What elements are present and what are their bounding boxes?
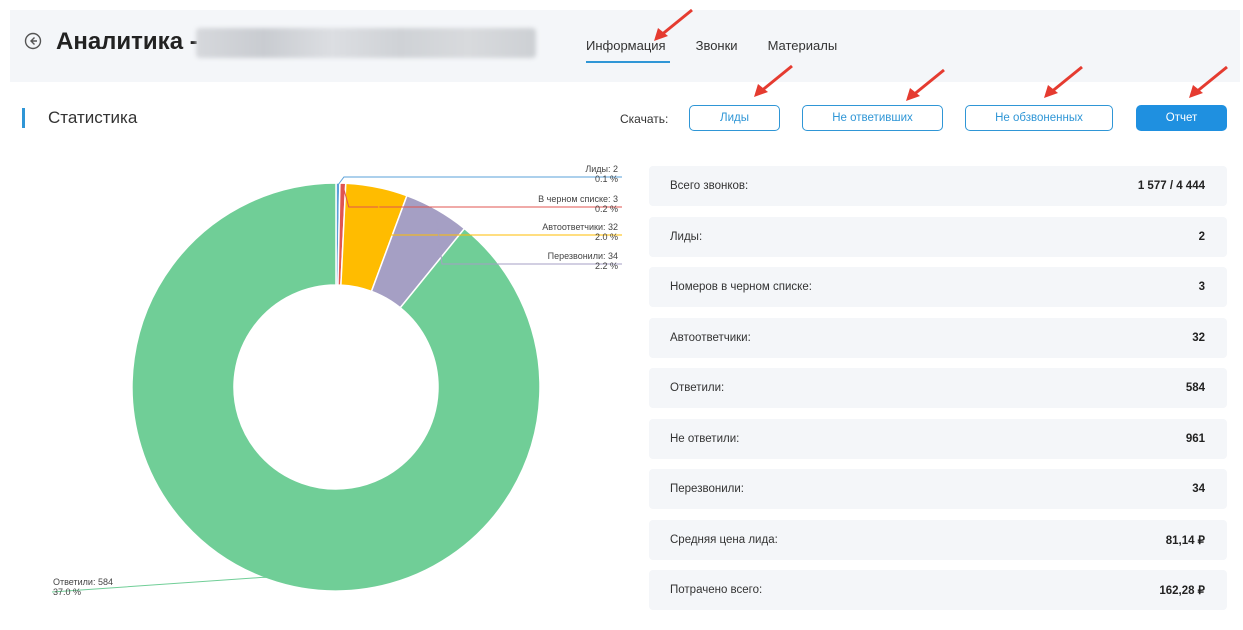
slice-label: В черном списке: 3 (538, 194, 618, 204)
stat-row: Всего звонков: 1 577 / 4 444 (649, 166, 1227, 206)
slice-label: Автоответчики: 32 (542, 222, 618, 232)
stat-label: Средняя цена лида: (670, 533, 778, 546)
download-leads-button[interactable]: Лиды (689, 105, 780, 131)
report-button[interactable]: Отчет (1136, 105, 1227, 131)
stat-label: Перезвонили: (670, 483, 744, 495)
annotation-arrow-icon (1189, 65, 1228, 98)
slice-label: Ответили: 584 (53, 577, 113, 587)
tab-bar: Информация Звонки Материалы (586, 36, 867, 63)
slice-label: Лиды: 2 (585, 164, 618, 174)
slice-percent-label: 37.0 % (53, 587, 81, 597)
stat-label: Лиды: (670, 230, 703, 243)
stat-label: Ответили: (670, 382, 725, 394)
back-arrow-icon[interactable] (24, 32, 42, 50)
redacted-title-region (196, 28, 536, 58)
stat-label: Номеров в черном списке: (670, 281, 812, 293)
stat-row: Перезвонили: 34 (649, 469, 1227, 509)
stat-label: Не ответили: (670, 432, 740, 445)
page-title: Аналитика - (56, 28, 198, 55)
leader-line (337, 176, 622, 186)
stat-value: 2 (1198, 230, 1205, 243)
stat-value: 961 (1185, 432, 1205, 445)
stat-value: 162,28 ₽ (1159, 585, 1205, 597)
stat-value: 81,14 ₽ (1165, 534, 1205, 547)
donut-slice[interactable] (131, 182, 541, 592)
stat-row: Потрачено всего: 162,28 ₽ (649, 570, 1227, 610)
stat-row: Автоответчики: 32 (649, 317, 1227, 358)
download-not-called-button[interactable]: Не обзвоненных (965, 105, 1113, 131)
slice-label: Перезвонили: 34 (548, 251, 618, 261)
stat-value: 32 (1192, 331, 1205, 344)
stats-list: Всего звонков: 1 577 / 4 444 Лиды: 2 Номеров… (649, 166, 1227, 621)
tab-materials[interactable]: Материалы (768, 36, 838, 63)
stat-row: Ответили: 584 (649, 368, 1227, 408)
annotation-arrow-icon (754, 64, 793, 97)
section-accent-bar (22, 108, 25, 128)
slice-percent-label: 0.1 % (595, 174, 618, 184)
annotation-arrow-icon (654, 8, 693, 41)
annotation-arrow-icon (1044, 65, 1083, 98)
stat-value: 3 (1198, 281, 1205, 293)
download-label: Скачать: (620, 112, 669, 126)
stat-value: 34 (1192, 483, 1205, 495)
section-title: Статистика (48, 108, 138, 127)
slice-percent-label: 0.2 % (595, 204, 618, 214)
stat-row: Лиды: 2 (649, 216, 1227, 257)
stat-value: 1 577 / 4 444 (1137, 180, 1205, 192)
stat-row: Средняя цена лида: 81,14 ₽ (649, 519, 1227, 560)
slice-percent-label: 2.0 % (595, 232, 618, 242)
slice-percent-label: 2.2 % (595, 261, 618, 271)
stat-label: Потрачено всего: (670, 584, 763, 596)
download-unanswered-button[interactable]: Не ответивших (802, 105, 943, 131)
stat-row: Не ответили: 961 (649, 418, 1227, 459)
stat-label: Автоответчики: (670, 331, 751, 344)
tab-calls[interactable]: Звонки (696, 36, 738, 63)
stat-value: 584 (1185, 382, 1205, 394)
stat-row: Номеров в черном списке: 3 (649, 267, 1227, 307)
donut-chart: Лиды: 20.1 % В черном списке: 30.2 % Автоо… (51, 164, 622, 597)
annotation-arrow-icon (906, 68, 945, 101)
stat-label: Всего звонков: (670, 180, 749, 192)
